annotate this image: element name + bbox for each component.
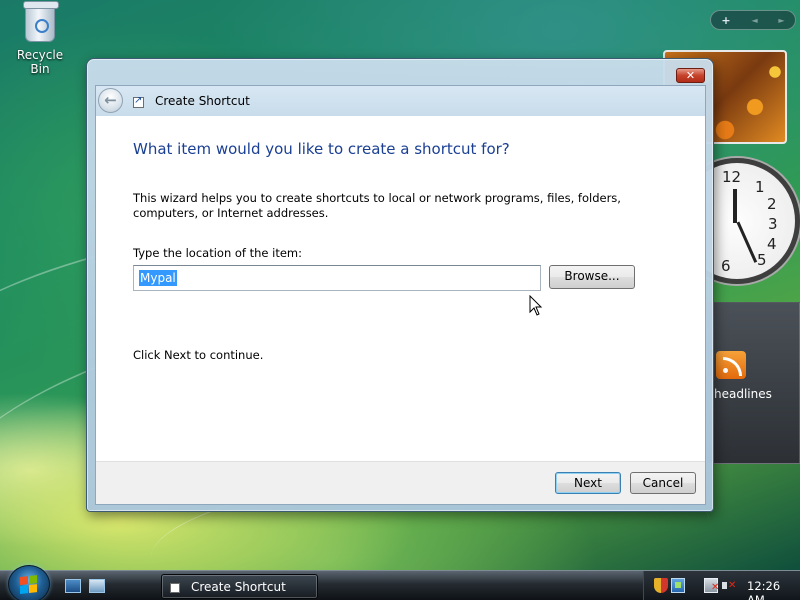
close-button[interactable]: ✕ [676, 68, 705, 83]
clock-numeral: 12 [722, 168, 742, 186]
prev-gadget-button[interactable]: ◄ [751, 16, 757, 25]
volume-muted-icon[interactable] [722, 578, 736, 593]
feed-headlines-label: headlines [714, 387, 772, 401]
wizard-client-area: ← Create Shortcut What item would you li… [95, 85, 706, 505]
recycle-bin-shortcut[interactable]: Recycle Bin [6, 1, 74, 76]
clock-numeral: 5 [757, 251, 767, 269]
taskbar: Create Shortcut 12:26 AM [0, 565, 800, 600]
location-input-value: Mypal [139, 270, 177, 286]
browse-button[interactable]: Browse... [549, 265, 635, 289]
wizard-content: What item would you like to create a sho… [96, 116, 705, 461]
wizard-description: This wizard helps you to create shortcut… [133, 191, 621, 220]
create-shortcut-window: ✕ ← Create Shortcut What item would you … [86, 58, 714, 512]
rss-icon [716, 351, 746, 379]
windows-logo-icon [20, 575, 38, 594]
clock-hour-hand [733, 189, 737, 223]
shortcut-icon [170, 583, 180, 593]
window-title: Create Shortcut [155, 94, 250, 108]
cancel-button[interactable]: Cancel [630, 472, 696, 494]
switch-windows-icon[interactable] [89, 579, 105, 593]
clock-numeral: 1 [755, 178, 765, 196]
network-icon[interactable] [671, 578, 685, 593]
next-gadget-button[interactable]: ► [778, 16, 784, 25]
shortcut-icon [133, 95, 144, 108]
sidebar-controls: + ◄ ► [710, 10, 796, 30]
add-gadget-button[interactable]: + [721, 14, 730, 27]
clock-minute-hand [736, 221, 758, 263]
security-shield-icon[interactable] [654, 578, 668, 593]
recycle-bin-label: Recycle Bin [16, 48, 64, 76]
show-desktop-icon[interactable] [65, 579, 81, 593]
wizard-footer: Next Cancel [96, 461, 705, 504]
start-button[interactable] [8, 565, 50, 600]
wizard-heading: What item would you like to create a sho… [133, 140, 510, 158]
feed-headlines-gadget[interactable]: headlines [706, 302, 800, 464]
desktop: Recycle Bin + ◄ ► 12 1 2 3 4 5 6 headlin… [0, 0, 800, 570]
taskbar-item-label: Create Shortcut [191, 580, 286, 594]
network-disconnected-icon[interactable] [704, 578, 719, 593]
mouse-cursor-icon [529, 295, 543, 316]
recycle-bin-icon [23, 1, 59, 42]
clock-numeral: 4 [767, 235, 777, 253]
back-arrow-icon: ← [104, 91, 117, 109]
location-label: Type the location of the item: [133, 246, 303, 260]
location-input[interactable]: Mypal [133, 265, 541, 291]
clock-numeral: 6 [721, 257, 731, 275]
wizard-title-bar: ← Create Shortcut [96, 86, 705, 116]
taskbar-clock[interactable]: 12:26 AM [747, 579, 800, 600]
clock-numeral: 3 [768, 215, 778, 233]
next-button[interactable]: Next [555, 472, 621, 494]
clock-numeral: 2 [767, 195, 777, 213]
back-button[interactable]: ← [98, 88, 123, 113]
continue-instruction: Click Next to continue. [133, 348, 264, 362]
taskbar-item-create-shortcut[interactable]: Create Shortcut [161, 574, 318, 599]
notification-area: 12:26 AM [643, 571, 800, 600]
